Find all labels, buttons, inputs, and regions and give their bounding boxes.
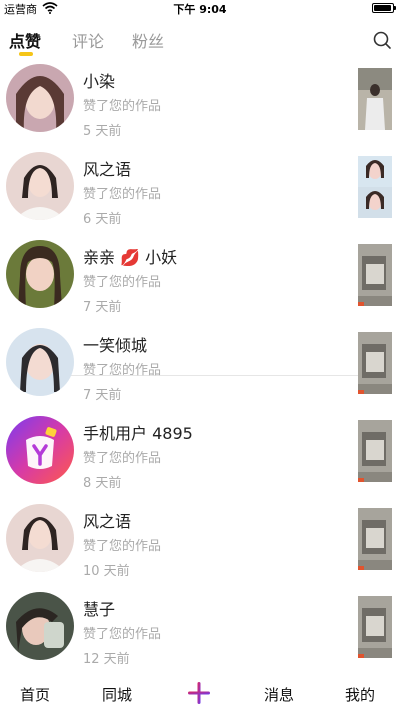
post-thumbnail[interactable] bbox=[358, 596, 392, 658]
avatar[interactable] bbox=[6, 504, 74, 572]
action-text: 赞了您的作品 bbox=[83, 275, 162, 290]
list-item[interactable]: 慧子 赞了您的作品 12 天前 bbox=[0, 586, 400, 666]
avatar[interactable] bbox=[6, 64, 74, 132]
timestamp: 7 天前 bbox=[83, 388, 122, 403]
timestamp: 6 天前 bbox=[83, 212, 122, 227]
nav-messages[interactable]: 消息 bbox=[264, 684, 294, 705]
status-bar: 运营商 下午 9:04 bbox=[0, 0, 400, 16]
list-item[interactable]: 小染 赞了您的作品 5 天前 bbox=[0, 58, 400, 146]
avatar[interactable] bbox=[6, 152, 74, 220]
active-tab-indicator bbox=[19, 52, 33, 56]
user-name[interactable]: 风之语 bbox=[83, 508, 131, 532]
avatar[interactable] bbox=[6, 416, 74, 484]
list-item[interactable]: 一笑倾城 赞了您的作品 7 天前 bbox=[0, 322, 400, 410]
action-text: 赞了您的作品 bbox=[83, 539, 162, 554]
nav-home[interactable]: 首页 bbox=[20, 684, 50, 705]
nav-local[interactable]: 同城 bbox=[102, 684, 132, 705]
tab-likes[interactable]: 点赞 bbox=[9, 28, 41, 52]
timestamp: 8 天前 bbox=[83, 476, 122, 491]
list-item[interactable]: 亲亲 💋 小妖 赞了您的作品 7 天前 bbox=[0, 234, 400, 322]
user-name[interactable]: 亲亲 💋 小妖 bbox=[83, 244, 177, 268]
action-text: 赞了您的作品 bbox=[83, 363, 162, 378]
timestamp: 5 天前 bbox=[83, 124, 122, 139]
post-thumbnail[interactable] bbox=[358, 420, 392, 482]
timestamp: 12 天前 bbox=[83, 652, 130, 666]
user-name[interactable]: 小染 bbox=[83, 68, 115, 92]
action-text: 赞了您的作品 bbox=[83, 99, 162, 114]
list-item[interactable]: 风之语 赞了您的作品 10 天前 bbox=[0, 498, 400, 586]
avatar[interactable] bbox=[6, 240, 74, 308]
post-thumbnail[interactable] bbox=[358, 332, 392, 394]
likes-list: 小染 赞了您的作品 5 天前 风之语 赞了您的作品 6 天前 亲亲 💋 小妖 赞… bbox=[0, 58, 400, 666]
post-thumbnail[interactable] bbox=[358, 508, 392, 570]
avatar[interactable] bbox=[6, 328, 74, 396]
tab-bar: 点赞 评论 粉丝 bbox=[0, 24, 400, 58]
plus-icon[interactable] bbox=[186, 680, 212, 706]
action-text: 赞了您的作品 bbox=[83, 627, 162, 642]
user-name[interactable]: 手机用户 4895 bbox=[83, 420, 193, 444]
list-item[interactable]: 手机用户 4895 赞了您的作品 8 天前 bbox=[0, 410, 400, 498]
user-name[interactable]: 风之语 bbox=[83, 156, 131, 180]
tab-comments[interactable]: 评论 bbox=[72, 28, 104, 52]
user-name[interactable]: 一笑倾城 bbox=[83, 332, 147, 356]
action-text: 赞了您的作品 bbox=[83, 187, 162, 202]
timestamp: 7 天前 bbox=[83, 300, 122, 315]
timestamp: 10 天前 bbox=[83, 564, 130, 579]
list-item[interactable]: 风之语 赞了您的作品 6 天前 bbox=[0, 146, 400, 234]
bottom-nav: 首页 同城 消息 我的 bbox=[0, 676, 400, 710]
post-thumbnail[interactable] bbox=[358, 68, 392, 130]
avatar[interactable] bbox=[6, 592, 74, 660]
nav-profile[interactable]: 我的 bbox=[345, 684, 375, 705]
action-text: 赞了您的作品 bbox=[83, 451, 162, 466]
search-icon[interactable] bbox=[372, 30, 392, 50]
user-name[interactable]: 慧子 bbox=[83, 596, 115, 620]
status-time: 下午 9:04 bbox=[173, 3, 227, 16]
post-thumbnail[interactable] bbox=[358, 156, 392, 218]
post-thumbnail[interactable] bbox=[358, 244, 392, 306]
tab-fans[interactable]: 粉丝 bbox=[132, 28, 164, 52]
battery-icon bbox=[372, 3, 396, 13]
